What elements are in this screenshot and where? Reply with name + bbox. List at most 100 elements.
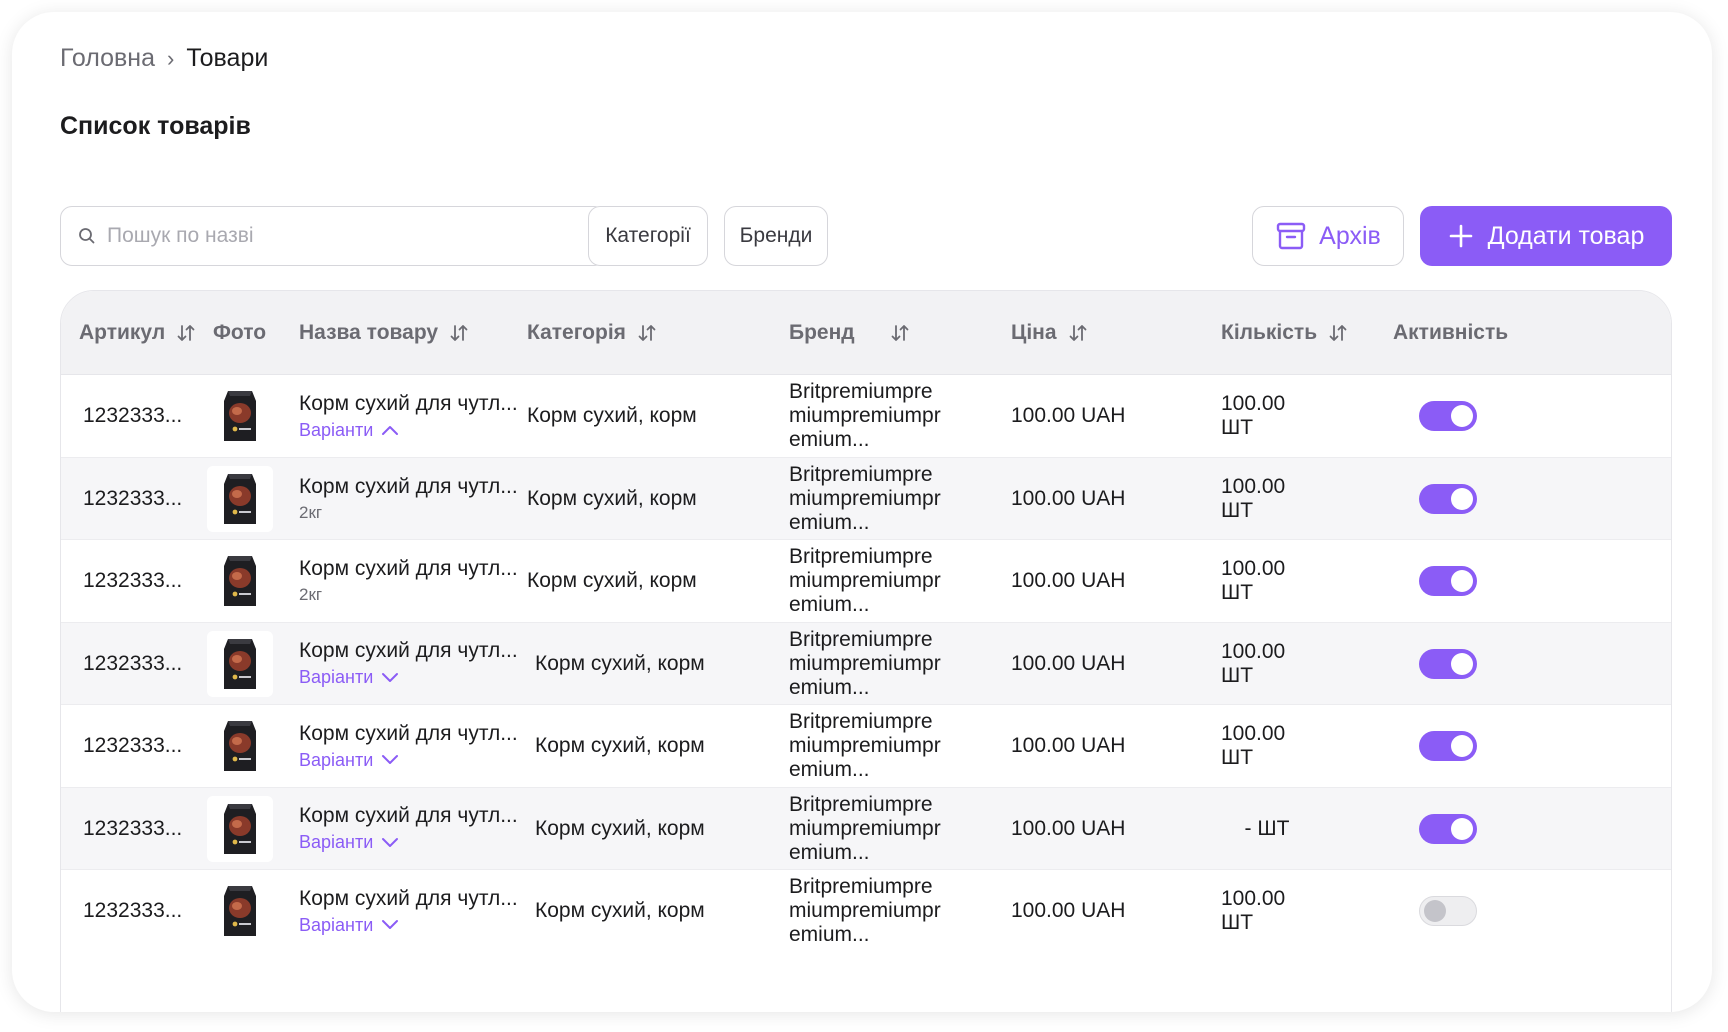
breadcrumb-home-link[interactable]: Головна [60,44,155,73]
sort-icon[interactable] [1327,322,1349,344]
product-name[interactable]: Корм сухий для чутл... [299,887,518,911]
variants-label: Варіанти [299,667,374,688]
active-toggle[interactable] [1419,896,1477,927]
product-name-cell: Корм сухий для чутл... Варіанти [299,623,518,706]
product-photo-icon [224,556,256,607]
product-photo-icon [224,721,256,772]
product-name[interactable]: Корм сухий для чутл... [299,475,518,499]
product-weight: 2кг [299,585,323,605]
sku-cell: 1232333... [83,816,183,840]
category-cell: Корм сухий, корм [535,651,705,675]
table-row[interactable]: 1232333... Корм сухий для чутл... Варіанти… [61,870,1671,953]
add-product-button[interactable]: Додати товар [1420,206,1672,266]
page-title: Список товарів [60,112,251,140]
price-cell: 100.00 UAH [1011,899,1126,923]
column-header-label: Бренд [789,321,855,344]
quantity-cell: 100.00 ШТ [1221,639,1286,687]
product-photo-icon [224,886,256,937]
product-name[interactable]: Корм сухий для чутл... [299,639,518,663]
chevron-down-icon [382,672,399,682]
column-header-label: Ціна [1011,321,1057,344]
sku-cell: 1232333... [83,404,183,428]
product-photo[interactable] [207,878,273,945]
product-name[interactable]: Корм сухий для чутл... [299,722,518,746]
breadcrumb: Головна › Товари [60,44,268,73]
product-photo-icon [224,638,256,689]
active-toggle[interactable] [1419,566,1477,597]
sort-icon[interactable] [175,322,197,344]
column-header-quantity[interactable]: Кількість [1221,291,1349,375]
variants-toggle[interactable]: Варіанти [299,915,518,936]
variants-toggle[interactable]: Варіанти [299,832,518,853]
product-photo[interactable] [207,465,273,532]
toggle-knob [1424,900,1446,923]
active-toggle[interactable] [1419,813,1477,844]
quantity-cell: 100.00 ШТ [1221,474,1286,522]
quantity-cell: 100.00 ШТ [1221,722,1286,770]
products-table: Артикул Фото Назва товару Категорія Брен… [60,290,1672,1012]
product-name[interactable]: Корм сухий для чутл... [299,557,518,581]
sort-icon[interactable] [889,322,911,344]
product-name-cell: Корм сухий для чутл... Варіанти [299,788,518,871]
categories-filter-button[interactable]: Категорії [588,206,708,266]
brand-cell: Britpremiumpre miumpremiumpr emium... [789,792,941,864]
chevron-down-icon [382,755,399,765]
active-toggle[interactable] [1419,483,1477,514]
price-cell: 100.00 UAH [1011,651,1126,675]
brands-filter-button[interactable]: Бренди [724,206,828,266]
product-name-cell: Корм сухий для чутл... Варіанти [299,870,518,953]
table-row[interactable]: 1232333... Корм сухий для чутл... 2кг Корм … [61,457,1671,540]
table-row[interactable]: 1232333... Корм сухий для чутл... Варіанти… [61,375,1671,458]
table-row[interactable]: 1232333... Корм сухий для чутл... Варіанти… [61,787,1671,871]
breadcrumb-separator-icon: › [166,45,175,71]
search-input[interactable] [107,224,587,248]
toggle-knob [1451,735,1473,758]
table-row[interactable]: 1232333... Корм сухий для чутл... Варіанти… [61,705,1671,788]
category-cell: Корм сухий, корм [535,816,705,840]
column-header-sku[interactable]: Артикул [79,291,197,375]
active-toggle[interactable] [1419,731,1477,762]
variants-toggle[interactable]: Варіанти [299,420,518,441]
product-name[interactable]: Корм сухий для чутл... [299,392,518,416]
column-header-name[interactable]: Назва товару [299,291,470,375]
category-cell: Корм сухий, корм [527,404,697,428]
sort-icon[interactable] [1067,322,1089,344]
toggle-knob [1451,570,1473,593]
archive-button[interactable]: Архів [1252,206,1404,266]
variants-label: Варіанти [299,749,374,770]
product-photo-icon [224,803,256,854]
chevron-up-icon [382,426,399,436]
search-field[interactable] [60,206,606,266]
column-header-price[interactable]: Ціна [1011,291,1089,375]
category-cell: Корм сухий, корм [527,486,697,510]
sort-icon[interactable] [636,322,658,344]
product-photo[interactable] [207,795,273,862]
variants-toggle[interactable]: Варіанти [299,667,518,688]
toolbar: Категорії Бренди Архів Додати товар [60,206,1672,268]
product-photo[interactable] [207,713,273,780]
product-photo[interactable] [207,630,273,697]
variants-label: Варіанти [299,419,374,440]
price-cell: 100.00 UAH [1011,404,1126,428]
variants-label: Варіанти [299,832,374,853]
add-product-button-label: Додати товар [1487,221,1645,250]
column-header-category[interactable]: Категорія [527,291,658,375]
active-toggle[interactable] [1419,648,1477,679]
table-row[interactable]: 1232333... Корм сухий для чутл... Варіанти… [61,622,1671,706]
price-cell: 100.00 UAH [1011,486,1126,510]
brand-cell: Britpremiumpre miumpremiumpr emium... [789,710,941,782]
active-toggle[interactable] [1419,401,1477,432]
column-header-label: Кількість [1221,321,1318,344]
product-name[interactable]: Корм сухий для чутл... [299,804,518,828]
product-photo[interactable] [207,383,273,450]
product-photo[interactable] [207,548,273,615]
sort-icon[interactable] [448,322,470,344]
sku-cell: 1232333... [83,569,183,593]
brand-cell: Britpremiumpre miumpremiumpr emium... [789,462,941,534]
toggle-knob [1451,487,1473,510]
toggle-knob [1451,817,1473,840]
sku-cell: 1232333... [83,734,183,758]
variants-toggle[interactable]: Варіанти [299,750,518,771]
table-row[interactable]: 1232333... Корм сухий для чутл... 2кг Корм … [61,540,1671,623]
column-header-brand[interactable]: Бренд [789,291,911,375]
